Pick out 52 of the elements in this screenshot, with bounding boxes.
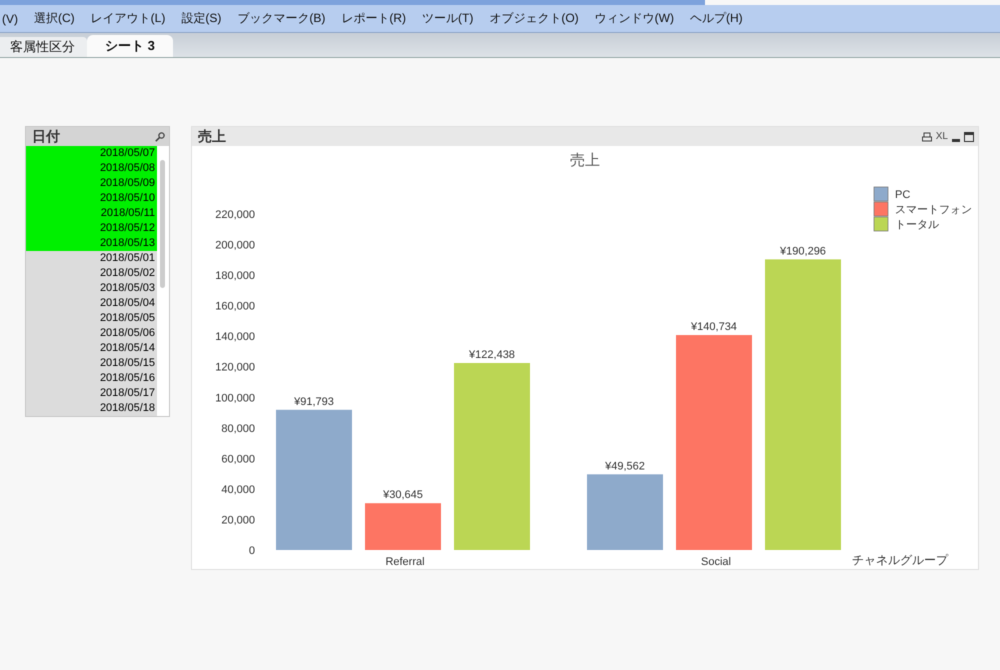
menu-item[interactable]: ウィンドウ(W)	[592, 10, 684, 27]
legend-label: スマートフォン	[895, 204, 972, 216]
menu-item[interactable]: レポート(R)	[339, 10, 416, 27]
menu-item[interactable]: ブックマーク(B)	[235, 10, 336, 27]
y-tick-label: 40,000	[221, 484, 255, 496]
list-item[interactable]: 2018/05/11	[26, 206, 157, 221]
y-tick-label: 180,000	[215, 270, 255, 282]
value-label: ¥30,645	[383, 489, 423, 502]
xl-button[interactable]: XL	[936, 131, 948, 142]
legend-label: トータル	[895, 219, 939, 231]
list-item[interactable]: 2018/05/08	[26, 161, 157, 176]
panel-title: 売上	[198, 128, 226, 146]
y-tick-label: 80,000	[221, 422, 255, 435]
menu-item[interactable]: オブジェクト(O)	[487, 10, 589, 27]
x-category-label: Referral	[385, 556, 425, 568]
print-icon[interactable]	[922, 132, 932, 142]
y-tick-label: 140,000	[215, 331, 255, 344]
menu-item[interactable]: レイアウト(L)	[88, 10, 176, 27]
menu-item[interactable]: 選択(C)	[32, 10, 85, 27]
menu-item[interactable]: 設定(S)	[179, 10, 232, 27]
value-label: ¥122,438	[469, 349, 515, 361]
menu-item[interactable]: ヘルプ(H)	[688, 10, 753, 27]
y-tick-label: 100,000	[215, 392, 255, 404]
x-category-label: Social	[701, 556, 731, 568]
value-label: ¥49,562	[605, 460, 645, 472]
list-item[interactable]: 2018/05/12	[26, 221, 157, 236]
chart-title: 売上	[570, 152, 600, 169]
y-tick-label: 220,000	[215, 209, 255, 221]
list-item[interactable]: 2018/05/07	[26, 146, 157, 161]
list-item[interactable]: 2018/05/10	[26, 191, 157, 206]
menu-item[interactable]: (V)	[0, 12, 28, 26]
x-axis-title: チャネルグループ	[852, 553, 948, 567]
menu-item[interactable]: ツール(T)	[420, 10, 484, 27]
y-tick-label: 200,000	[215, 240, 255, 252]
list-box-title: 日付	[32, 128, 60, 146]
value-label: ¥91,793	[294, 396, 334, 408]
list-item[interactable]: 2018/05/13	[26, 236, 157, 251]
scrollbar-thumb[interactable]	[160, 160, 165, 288]
value-label: ¥140,734	[691, 321, 737, 334]
y-tick-label: 160,000	[215, 300, 255, 313]
search-icon[interactable]	[155, 132, 165, 142]
legend-label: PC	[895, 189, 910, 201]
sheet-tab[interactable]: 客属性区分	[0, 37, 87, 57]
y-tick-label: 60,000	[221, 453, 255, 466]
list-item[interactable]: 2018/05/09	[26, 176, 157, 191]
value-label: ¥190,296	[780, 245, 826, 258]
y-tick-label: 0	[248, 545, 255, 557]
y-tick-label: 120,000	[215, 362, 255, 374]
y-tick-label: 20,000	[221, 514, 255, 526]
sheet-tab[interactable]: シート 3	[87, 35, 173, 57]
maximize-icon[interactable]	[964, 132, 974, 142]
scrollbar[interactable]	[157, 146, 169, 416]
